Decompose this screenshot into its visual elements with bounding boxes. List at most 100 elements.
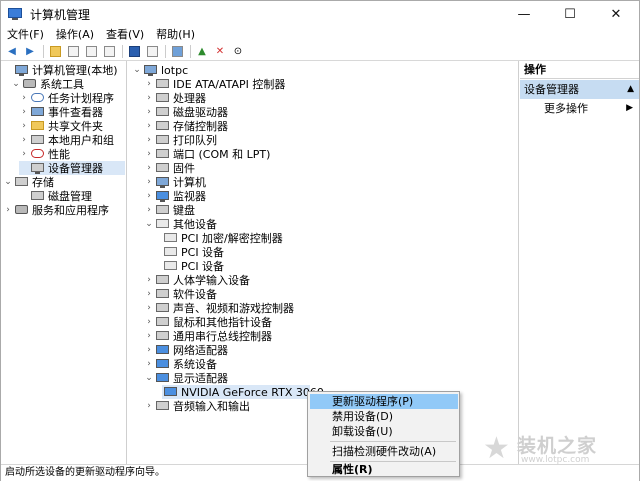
up-folder-icon[interactable] [47, 44, 63, 59]
device-category[interactable]: › 端口 (COM 和 LPT) [144, 147, 270, 161]
expander-icon[interactable]: › [144, 175, 154, 189]
more-actions-link[interactable]: 更多操作 [544, 101, 588, 117]
tree-item-services-apps[interactable]: › 服务和应用程序 [3, 203, 109, 217]
disk-drive-icon [156, 106, 169, 118]
maximize-button[interactable]: ☐ [547, 1, 593, 27]
tree-item-disk-management[interactable]: 磁盘管理 [19, 189, 92, 203]
expander-icon[interactable]: › [19, 91, 29, 105]
device-category[interactable]: › 鼠标和其他指针设备 [144, 315, 272, 329]
expander-icon[interactable]: ⌄ [3, 175, 13, 189]
device-category[interactable]: › 计算机 [144, 175, 206, 189]
expander-icon[interactable]: › [144, 343, 154, 357]
menu-file[interactable]: 文件(F) [1, 27, 50, 43]
device-item[interactable]: PCI 加密/解密控制器 [162, 231, 283, 245]
uninstall-icon[interactable]: ✕ [212, 44, 228, 59]
device-category[interactable]: › 固件 [144, 161, 195, 175]
tree-item-system-tools[interactable]: ⌄ 系统工具 [11, 77, 84, 91]
expander-icon[interactable]: › [144, 161, 154, 175]
chevron-right-icon[interactable]: ▶ [626, 103, 633, 113]
device-category[interactable]: › 软件设备 [144, 287, 217, 301]
device-category[interactable]: ⌄ 其他设备 [144, 217, 217, 231]
expander-icon[interactable]: › [144, 301, 154, 315]
device-category[interactable]: › 人体学输入设备 [144, 273, 250, 287]
expander-icon[interactable]: › [144, 357, 154, 371]
tree-item-event-viewer[interactable]: › 事件查看器 [19, 105, 103, 119]
expander-icon[interactable] [3, 63, 13, 77]
device-category[interactable]: › IDE ATA/ATAPI 控制器 [144, 77, 285, 91]
forward-icon[interactable]: ▶ [22, 44, 38, 59]
expander-icon[interactable]: › [19, 147, 29, 161]
device-category[interactable]: › 系统设备 [144, 357, 217, 371]
tree-item-computer-management[interactable]: 计算机管理(本地) [3, 63, 118, 77]
device-item[interactable]: PCI 设备 [162, 245, 224, 259]
close-button[interactable]: ✕ [593, 1, 639, 27]
expander-icon[interactable]: ⌄ [144, 371, 154, 385]
device-category[interactable]: › 声音、视频和游戏控制器 [144, 301, 294, 315]
refresh-icon[interactable] [101, 44, 117, 59]
device-item-nvidia-gpu[interactable]: NVIDIA GeForce RTX 3060 [162, 385, 324, 399]
help-icon[interactable] [126, 44, 142, 59]
ctx-scan-hardware[interactable]: 扫描检测硬件改动(A) [310, 444, 458, 459]
expander-icon[interactable]: › [3, 203, 13, 217]
device-root[interactable]: ⌄ lotpc [132, 63, 188, 77]
expander-icon[interactable] [19, 189, 29, 203]
back-icon[interactable]: ◀ [4, 44, 20, 59]
expander-icon[interactable]: › [144, 287, 154, 301]
ctx-properties[interactable]: 属性(R) [310, 462, 458, 477]
device-category[interactable]: › 网络适配器 [144, 343, 228, 357]
storage-controller-icon [156, 120, 169, 132]
expander-icon[interactable]: › [19, 119, 29, 133]
tree-item-storage[interactable]: ⌄ 存储 [3, 175, 54, 189]
expander-icon[interactable]: › [144, 77, 154, 91]
tree-item-local-users[interactable]: › 本地用户和组 [19, 133, 114, 147]
device-category[interactable]: › 通用串行总线控制器 [144, 329, 272, 343]
expander-icon[interactable]: › [19, 133, 29, 147]
device-item[interactable]: PCI 设备 [162, 259, 224, 273]
ctx-uninstall-device[interactable]: 卸载设备(U) [310, 424, 458, 439]
expander-icon[interactable]: › [144, 315, 154, 329]
device-category[interactable]: › 存储控制器 [144, 119, 228, 133]
collapse-up-icon[interactable]: ▲ [627, 80, 634, 99]
tree-item-task-scheduler[interactable]: › 任务计划程序 [19, 91, 114, 105]
expander-icon[interactable]: ⌄ [11, 77, 21, 91]
menu-action[interactable]: 操作(A) [50, 27, 100, 43]
tree-item-performance[interactable]: › 性能 [19, 147, 70, 161]
device-category[interactable]: › 磁盘驱动器 [144, 105, 228, 119]
expander-icon[interactable]: › [144, 147, 154, 161]
device-category[interactable]: › 打印队列 [144, 133, 217, 147]
ctx-disable-device[interactable]: 禁用设备(D) [310, 409, 458, 424]
console-tree-icon[interactable] [65, 44, 81, 59]
properties-icon[interactable] [83, 44, 99, 59]
tree-item-device-manager[interactable]: 设备管理器 [19, 161, 125, 175]
actions-device-manager[interactable]: 设备管理器 ▲ [520, 80, 639, 99]
expander-icon[interactable]: › [19, 105, 29, 119]
ctx-update-driver[interactable]: 更新驱动程序(P) [310, 394, 458, 409]
expander-icon[interactable]: › [144, 273, 154, 287]
expander-icon[interactable]: › [144, 133, 154, 147]
scan-hardware-icon[interactable] [169, 44, 185, 59]
minimize-button[interactable]: — [501, 1, 547, 27]
expander-icon[interactable]: › [144, 329, 154, 343]
device-category[interactable]: › 监视器 [144, 189, 206, 203]
expander-icon[interactable]: › [144, 91, 154, 105]
device-category[interactable]: › 键盘 [144, 203, 195, 217]
disable-device-icon[interactable]: ⊙ [230, 44, 246, 59]
tree-item-shared-folders[interactable]: › 共享文件夹 [19, 119, 103, 133]
expander-icon[interactable]: › [144, 399, 154, 413]
device-category[interactable]: › 音频输入和输出 [144, 399, 250, 413]
device-category[interactable]: › 处理器 [144, 91, 206, 105]
menu-view[interactable]: 查看(V) [100, 27, 150, 43]
expander-icon[interactable]: › [144, 119, 154, 133]
update-driver-icon[interactable]: ▲ [194, 44, 210, 59]
expander-icon[interactable]: › [144, 203, 154, 217]
expander-icon[interactable]: ⌄ [132, 63, 142, 77]
action-pane-icon[interactable] [144, 44, 160, 59]
menu-help[interactable]: 帮助(H) [150, 27, 201, 43]
device-category[interactable]: ⌄ 显示适配器 [144, 371, 228, 385]
expander-icon[interactable] [19, 161, 29, 175]
display-adapter-icon [156, 372, 169, 384]
cpu-icon [156, 92, 169, 104]
expander-icon[interactable]: › [144, 189, 154, 203]
expander-icon[interactable]: ⌄ [144, 217, 154, 231]
expander-icon[interactable]: › [144, 105, 154, 119]
